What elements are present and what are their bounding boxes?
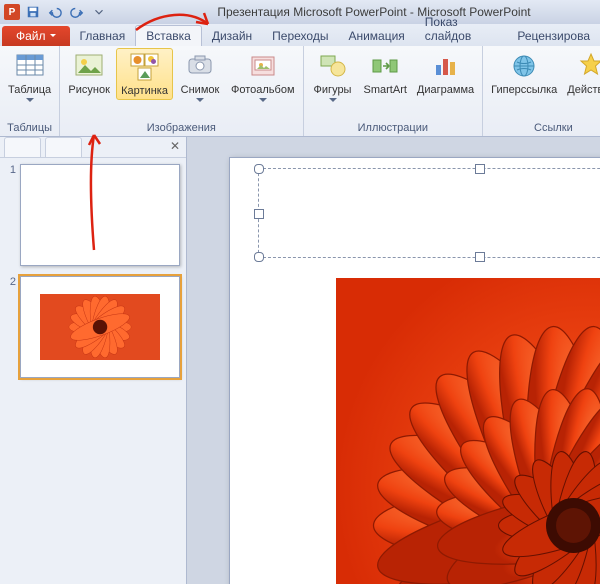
app-icon: P <box>4 4 20 20</box>
picture-button[interactable]: Рисунок <box>64 48 114 98</box>
clipart-button[interactable]: Картинка <box>116 48 173 100</box>
slide-2-preview <box>20 276 180 378</box>
hyperlink-label: Гиперссылка <box>491 84 557 96</box>
redo-icon[interactable] <box>68 3 86 21</box>
slide-image[interactable] <box>336 278 600 584</box>
save-icon[interactable] <box>24 3 42 21</box>
slide-thumb[interactable]: 1 <box>6 164 180 266</box>
tab-design[interactable]: Дизайн <box>202 26 262 46</box>
screenshot-label: Снимок <box>181 84 220 96</box>
hyperlink-icon <box>508 50 540 82</box>
tab-slideshow[interactable]: Показ слайдов <box>415 12 508 46</box>
ribbon: Таблица Таблицы Рисунок <box>0 46 600 137</box>
chart-icon <box>430 50 462 82</box>
close-panel-icon[interactable]: ✕ <box>170 139 180 153</box>
smartart-icon <box>369 50 401 82</box>
table-button[interactable]: Таблица <box>4 48 55 105</box>
picture-icon <box>73 50 105 82</box>
slide-thumb[interactable]: 2 <box>6 276 180 378</box>
tab-transitions[interactable]: Переходы <box>262 26 338 46</box>
chevron-down-icon <box>196 98 204 103</box>
thumbnails: 1 2 <box>0 158 186 384</box>
file-tab[interactable]: Файл <box>2 26 70 46</box>
slide-canvas-area[interactable] <box>187 137 600 584</box>
ribbon-tabs: Файл Главная Вставка Дизайн Переходы Ани… <box>0 24 600 46</box>
group-links-label: Ссылки <box>487 120 600 136</box>
panel-tabs: ✕ <box>0 137 186 158</box>
clipart-icon <box>129 51 161 83</box>
resize-handle[interactable] <box>475 252 485 262</box>
group-tables: Таблица Таблицы <box>0 46 60 136</box>
resize-handle[interactable] <box>254 209 264 219</box>
file-tab-label: Файл <box>16 29 46 43</box>
photo-album-label: Фотоальбом <box>231 84 295 96</box>
chevron-down-icon <box>26 98 34 103</box>
chart-label: Диаграмма <box>417 84 474 96</box>
chevron-down-icon <box>259 98 267 103</box>
group-tables-label: Таблицы <box>4 120 55 136</box>
resize-handle[interactable] <box>254 252 264 262</box>
screenshot-button[interactable]: Снимок <box>175 48 225 105</box>
action-icon <box>575 50 600 82</box>
photo-album-icon <box>247 50 279 82</box>
action-button[interactable]: Действие <box>563 48 600 98</box>
title-placeholder[interactable] <box>258 168 600 258</box>
action-label: Действие <box>567 84 600 96</box>
slides-panel: ✕ 1 2 <box>0 137 187 584</box>
shapes-icon <box>317 50 349 82</box>
chevron-down-icon <box>329 98 337 103</box>
resize-handle[interactable] <box>254 164 264 174</box>
group-illustrations-label: Иллюстрации <box>308 120 479 136</box>
hyperlink-button[interactable]: Гиперссылка <box>487 48 561 98</box>
shapes-button[interactable]: Фигуры <box>308 48 358 105</box>
slide-number: 2 <box>6 276 16 378</box>
tab-home[interactable]: Главная <box>70 26 136 46</box>
smartart-label: SmartArt <box>364 84 407 96</box>
slides-tab[interactable] <box>4 137 41 157</box>
group-illustrations: Фигуры SmartArt Диаграмма Иллюстрации <box>304 46 484 136</box>
table-icon <box>14 50 46 82</box>
smartart-button[interactable]: SmartArt <box>360 48 411 98</box>
slide-canvas[interactable] <box>229 157 600 584</box>
tab-insert[interactable]: Вставка <box>135 25 202 46</box>
chart-button[interactable]: Диаграмма <box>413 48 478 98</box>
clipart-label: Картинка <box>121 85 168 97</box>
workspace: ✕ 1 2 <box>0 137 600 584</box>
photo-album-button[interactable]: Фотоальбом <box>227 48 299 105</box>
slide-1-preview <box>20 164 180 266</box>
shapes-label: Фигуры <box>314 84 352 96</box>
group-links: Гиперссылка Действие Ссылки <box>483 46 600 136</box>
group-images: Рисунок Картинка <box>60 46 303 136</box>
group-images-label: Изображения <box>64 120 298 136</box>
window-title: Презентация Microsoft PowerPoint - Micro… <box>112 5 596 19</box>
tab-review[interactable]: Рецензирова <box>507 26 600 46</box>
undo-icon[interactable] <box>46 3 64 21</box>
outline-tab[interactable] <box>45 137 82 157</box>
picture-label: Рисунок <box>68 84 110 96</box>
resize-handle[interactable] <box>475 164 485 174</box>
tab-animations[interactable]: Анимация <box>338 26 414 46</box>
qat-dropdown-icon[interactable] <box>90 3 108 21</box>
slide-number: 1 <box>6 164 16 266</box>
table-label: Таблица <box>8 84 51 96</box>
screenshot-icon <box>184 50 216 82</box>
title-bar: P Презентация Microsoft PowerPoint - Mic… <box>0 0 600 24</box>
